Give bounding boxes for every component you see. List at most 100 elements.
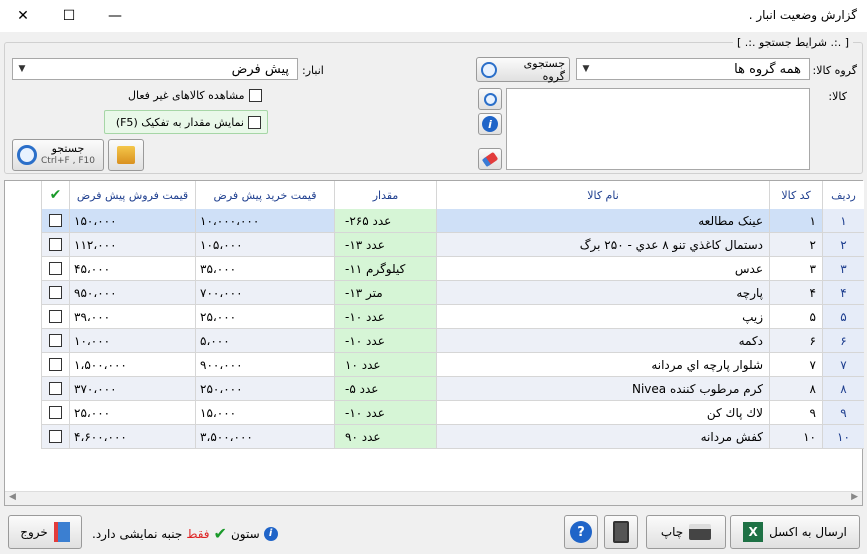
cell-name: شلوار پارچه اي مردانه <box>436 353 769 377</box>
printer-icon <box>689 524 712 540</box>
item-search-button[interactable] <box>478 88 502 110</box>
row-checkbox[interactable] <box>49 262 62 275</box>
table-row[interactable]: ۱۰،۰۰۰ ۵،۰۰۰ -۱۰ عدد دکمه ۶ ۶ <box>41 329 864 353</box>
col-sell-header[interactable]: قیمت فروش پیش فرض <box>69 181 195 209</box>
checkmark-icon: ✔ <box>49 187 62 203</box>
cell-code: ۸ <box>769 377 822 401</box>
table-row[interactable]: ۱۱۲،۰۰۰ ۱۰۵،۰۰۰ -۱۳ عدد دستمال کاغذي تنو ۸ … <box>41 233 864 257</box>
cell-qty: ۹۰ عدد <box>334 425 436 449</box>
chevron-down-icon: ▼ <box>18 64 26 74</box>
table-row[interactable]: ۹۵۰،۰۰۰ ۷۰۰،۰۰۰ -۱۳ متر پارچه ۴ ۴ <box>41 281 864 305</box>
maximize-button[interactable]: ☐ <box>46 0 92 32</box>
col-row-header[interactable]: ردیف <box>822 181 864 209</box>
window-title: گزارش وضعیت انبار . <box>748 8 857 22</box>
show-inactive-checkbox[interactable] <box>248 89 262 102</box>
row-select-cell[interactable] <box>41 425 69 449</box>
scroll-left-icon[interactable]: ◀ <box>9 492 16 502</box>
row-checkbox[interactable] <box>49 334 62 347</box>
row-select-cell[interactable] <box>41 401 69 425</box>
cell-qty: -۵ عدد <box>334 377 436 401</box>
print-button[interactable]: چاپ <box>646 515 726 549</box>
cell-buy: ۵،۰۰۰ <box>195 329 334 353</box>
row-select-cell[interactable] <box>41 281 69 305</box>
excel-icon: X <box>743 522 764 542</box>
col-qty-header[interactable]: مقدار <box>334 181 436 209</box>
cell-code: ۱۰ <box>769 425 822 449</box>
row-select-cell[interactable] <box>41 329 69 353</box>
row-checkbox[interactable] <box>49 406 62 419</box>
row-select-cell[interactable] <box>41 209 69 233</box>
exit-button[interactable]: خروج <box>8 515 82 549</box>
export-excel-label: ارسال به اکسل <box>769 525 847 539</box>
cell-buy: ۳۵،۰۰۰ <box>195 257 334 281</box>
row-checkbox[interactable] <box>49 430 62 443</box>
row-checkbox[interactable] <box>49 214 62 227</box>
cell-name: لاك پاك كن <box>436 401 769 425</box>
item-clear-button[interactable] <box>478 148 502 170</box>
cell-name: عدس <box>436 257 769 281</box>
cell-sell: ۲۵،۰۰۰ <box>69 401 195 425</box>
info-only-text: فقط <box>186 526 210 541</box>
row-checkbox[interactable] <box>49 382 62 395</box>
grid-header: ✔ قیمت فروش پیش فرض قیمت خرید پیش فرض مق… <box>41 181 864 209</box>
print-button-label: چاپ <box>660 525 684 539</box>
row-checkbox[interactable] <box>49 286 62 299</box>
table-row[interactable]: ۱،۵۰۰،۰۰۰ ۹۰۰،۰۰۰ ۱۰ عدد شلوار پارچه اي مرد… <box>41 353 864 377</box>
table-row[interactable]: ۴،۶۰۰،۰۰۰ ۳،۵۰۰،۰۰۰ ۹۰ عدد کفش مردانه ۱۰ ۱۰ <box>41 425 864 449</box>
search-button[interactable]: جستجو Ctrl+F , F10 <box>12 139 104 171</box>
show-separate-option[interactable]: نمایش مقدار به تفکیک (F5) <box>104 110 268 134</box>
cell-row: ۷ <box>822 353 864 377</box>
row-select-cell[interactable] <box>41 377 69 401</box>
table-row[interactable]: ۳۷۰،۰۰۰ ۲۵۰،۰۰۰ -۵ عدد کرم مرطوب کننده Nive… <box>41 377 864 401</box>
cell-code: ۹ <box>769 401 822 425</box>
col-check-header[interactable]: ✔ <box>41 181 69 209</box>
cell-name: عینک مطالعه <box>436 209 769 233</box>
warehouse-combo[interactable]: پیش فرض ▼ <box>12 58 298 80</box>
cell-sell: ۳۹،۰۰۰ <box>69 305 195 329</box>
minimize-button[interactable]: — <box>92 0 138 32</box>
row-select-cell[interactable] <box>41 305 69 329</box>
group-combo[interactable]: همه گروه ها ▼ <box>576 58 810 80</box>
help-button[interactable]: ? <box>564 515 598 549</box>
item-list-box[interactable] <box>506 88 810 170</box>
col-buy-header[interactable]: قیمت خرید پیش فرض <box>195 181 334 209</box>
col-code-header[interactable]: کد کالا <box>769 181 822 209</box>
cell-row: ۳ <box>822 257 864 281</box>
row-select-cell[interactable] <box>41 233 69 257</box>
table-row[interactable]: ۴۵،۰۰۰ ۳۵،۰۰۰ -۱۱ کیلوگرم عدس ۳ ۳ <box>41 257 864 281</box>
row-checkbox[interactable] <box>49 358 62 371</box>
cell-buy: ۲۵۰،۰۰۰ <box>195 377 334 401</box>
cell-row: ۸ <box>822 377 864 401</box>
table-row[interactable]: ۲۵،۰۰۰ ۱۵،۰۰۰ -۱۰ عدد لاك پاك كن ۹ ۹ <box>41 401 864 425</box>
table-row[interactable]: ۳۹،۰۰۰ ۲۵،۰۰۰ -۱۰ عدد زیپ ۵ ۵ <box>41 305 864 329</box>
calculator-button[interactable] <box>604 515 638 549</box>
col-name-header[interactable]: نام کالا <box>436 181 769 209</box>
search-icon <box>483 92 497 106</box>
title-bar: گزارش وضعیت انبار . ✕ ☐ — <box>0 0 867 32</box>
show-separate-checkbox[interactable] <box>248 115 261 129</box>
cell-code: ۲ <box>769 233 822 257</box>
show-inactive-option[interactable]: مشاهده کالاهای غیر فعال <box>128 89 262 102</box>
row-select-cell[interactable] <box>41 257 69 281</box>
info-icon: i <box>263 526 278 541</box>
group-search-button-label: جستجوی گروه <box>523 56 565 83</box>
search-button-label: جستجو <box>51 142 85 155</box>
horizontal-scrollbar[interactable]: ◀ ▶ <box>5 491 862 505</box>
group-search-button[interactable]: جستجوی گروه <box>476 56 570 83</box>
cell-sell: ۴۵،۰۰۰ <box>69 257 195 281</box>
row-checkbox[interactable] <box>49 310 62 323</box>
chevron-down-icon: ▼ <box>582 64 590 74</box>
export-excel-button[interactable]: ارسال به اکسل X <box>730 515 860 549</box>
clear-conditions-button[interactable] <box>108 139 144 171</box>
close-button[interactable]: ✕ <box>0 0 46 32</box>
cell-qty: -۱۱ کیلوگرم <box>334 257 436 281</box>
item-info-button[interactable]: i <box>478 113 502 135</box>
scroll-right-icon[interactable]: ▶ <box>851 492 858 502</box>
row-select-cell[interactable] <box>41 353 69 377</box>
exit-button-label: خروج <box>20 525 48 539</box>
eraser-icon <box>481 151 499 167</box>
row-checkbox[interactable] <box>49 238 62 251</box>
group-label: گروه کالا: <box>812 64 857 77</box>
table-row[interactable]: ۱۵۰،۰۰۰ ۱۰،۰۰۰،۰۰۰ -۲۶۵ عدد عینک مطالعه ۱ ۱ <box>41 209 864 233</box>
group-combo-value: همه گروه ها <box>734 61 801 77</box>
